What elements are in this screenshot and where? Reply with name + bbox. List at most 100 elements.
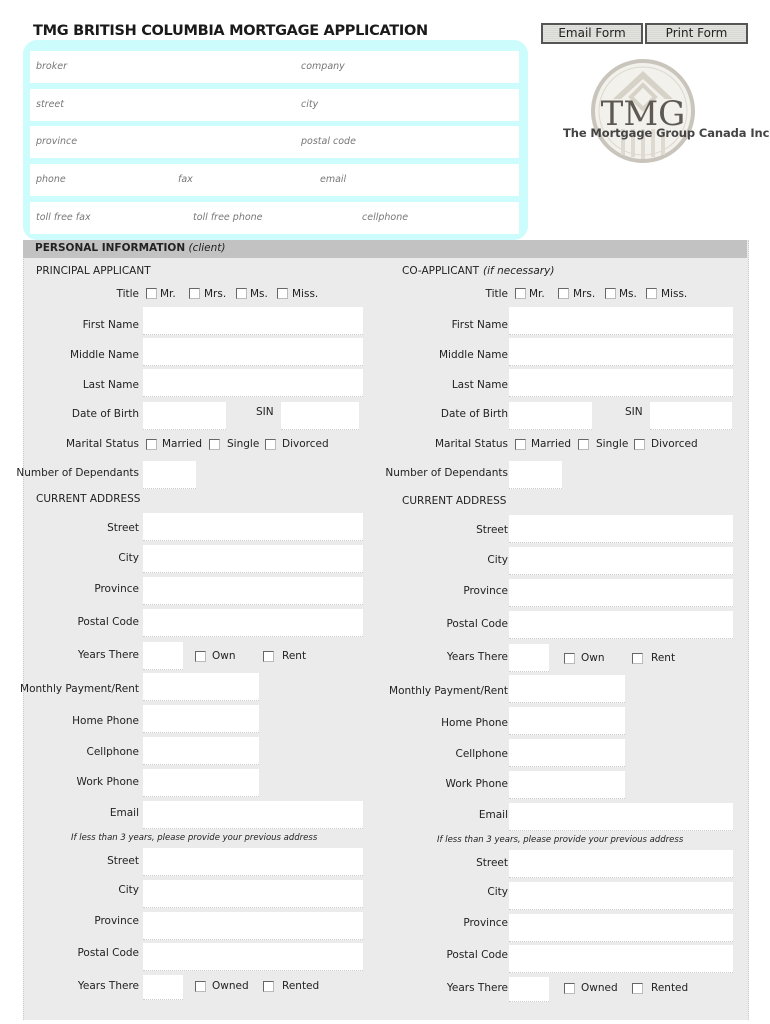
own-label: Own: [212, 650, 236, 662]
title-ms-label: Ms.: [619, 288, 637, 300]
date-of-birth-input[interactable]: [143, 402, 226, 430]
rented-label: Rented: [651, 982, 689, 994]
middle-name-input[interactable]: [143, 338, 363, 366]
cellphone-input[interactable]: [509, 739, 625, 767]
previous-city-input[interactable]: [509, 882, 733, 910]
previous-postal-code-input[interactable]: [509, 945, 733, 973]
marital-divorced-checkbox[interactable]: [634, 439, 645, 450]
owned-checkbox[interactable]: [564, 983, 575, 994]
broker-city-field[interactable]: city: [301, 99, 318, 110]
email-form-button[interactable]: Email Form: [541, 23, 643, 44]
current-address-label: CURRENT ADDRESS: [402, 495, 507, 507]
title-mrs-checkbox[interactable]: [558, 288, 569, 299]
marital-single-checkbox[interactable]: [209, 439, 220, 450]
cellphone-input[interactable]: [143, 737, 259, 765]
province-label: Province: [94, 583, 139, 595]
own-checkbox[interactable]: [564, 653, 575, 664]
province-input[interactable]: [143, 577, 363, 605]
date-of-birth-label: Date of Birth: [71, 408, 139, 420]
broker-toll-free-fax-field[interactable]: toll free fax: [36, 212, 91, 223]
title-miss-checkbox[interactable]: [646, 288, 657, 299]
own-label: Own: [581, 652, 605, 664]
work-phone-label: Work Phone: [76, 776, 139, 788]
work-phone-input[interactable]: [509, 771, 625, 799]
sin-label: SIN: [625, 406, 643, 418]
title-mrs-checkbox[interactable]: [189, 288, 200, 299]
street-input[interactable]: [509, 515, 733, 543]
previous-city-input[interactable]: [143, 880, 363, 908]
broker-fax-field[interactable]: fax: [178, 174, 193, 185]
street-input[interactable]: [143, 513, 363, 541]
title-mr-checkbox[interactable]: [146, 288, 157, 299]
previous-postal-code-label: Postal Code: [446, 949, 508, 961]
marital-married-checkbox[interactable]: [146, 439, 157, 450]
date-of-birth-label: Date of Birth: [440, 408, 508, 420]
email-label: Email: [109, 807, 139, 819]
city-input[interactable]: [509, 547, 733, 575]
province-input[interactable]: [509, 579, 733, 607]
monthly-payment-input[interactable]: [509, 675, 625, 703]
owned-checkbox[interactable]: [195, 981, 206, 992]
previous-years-there-input[interactable]: [509, 977, 549, 1002]
print-form-button[interactable]: Print Form: [645, 23, 748, 44]
previous-street-input[interactable]: [143, 848, 363, 876]
title-label: Title: [116, 288, 139, 300]
title-mr-checkbox[interactable]: [515, 288, 526, 299]
last-name-input[interactable]: [509, 369, 733, 397]
home-phone-input[interactable]: [143, 705, 259, 733]
broker-phone-field[interactable]: phone: [36, 174, 66, 185]
city-input[interactable]: [143, 545, 363, 573]
title-ms-checkbox[interactable]: [605, 288, 616, 299]
last-name-input[interactable]: [143, 369, 363, 397]
first-name-input[interactable]: [143, 307, 363, 335]
broker-field[interactable]: broker: [36, 61, 67, 72]
broker-row-3: province postal code: [30, 126, 519, 158]
marital-divorced-label: Divorced: [651, 438, 698, 450]
rent-checkbox[interactable]: [632, 653, 643, 664]
previous-postal-code-input[interactable]: [143, 943, 363, 971]
title-miss-checkbox[interactable]: [277, 288, 288, 299]
postal-code-input[interactable]: [509, 611, 733, 639]
marital-divorced-checkbox[interactable]: [265, 439, 276, 450]
own-checkbox[interactable]: [195, 651, 206, 662]
home-phone-input[interactable]: [509, 707, 625, 735]
last-name-label: Last Name: [451, 379, 508, 391]
postal-code-input[interactable]: [143, 609, 363, 637]
broker-street-field[interactable]: street: [36, 99, 64, 110]
first-name-input[interactable]: [509, 307, 733, 335]
number-of-dependants-input[interactable]: [143, 461, 196, 489]
rent-checkbox[interactable]: [263, 651, 274, 662]
marital-married-checkbox[interactable]: [515, 439, 526, 450]
city-label: City: [118, 552, 139, 564]
broker-row-5: toll free fax toll free phone cellphone: [30, 202, 519, 234]
monthly-payment-input[interactable]: [143, 673, 259, 701]
city-label: City: [487, 554, 508, 566]
marital-single-checkbox[interactable]: [578, 439, 589, 450]
email-input[interactable]: [509, 803, 733, 831]
work-phone-input[interactable]: [143, 769, 259, 797]
previous-province-label: Province: [94, 915, 139, 927]
sin-input[interactable]: [650, 402, 732, 430]
previous-province-input[interactable]: [143, 912, 363, 940]
broker-province-field[interactable]: province: [36, 136, 77, 147]
years-there-input[interactable]: [509, 644, 549, 672]
years-there-input[interactable]: [143, 642, 183, 670]
sin-input[interactable]: [281, 402, 359, 430]
date-of-birth-input[interactable]: [509, 402, 592, 430]
broker-row-1: broker company: [30, 51, 519, 83]
rented-checkbox[interactable]: [632, 983, 643, 994]
previous-province-input[interactable]: [509, 914, 733, 942]
previous-years-there-label: Years There: [446, 982, 508, 994]
previous-street-input[interactable]: [509, 850, 733, 878]
title-ms-checkbox[interactable]: [236, 288, 247, 299]
middle-name-input[interactable]: [509, 338, 733, 366]
broker-postal-code-field[interactable]: postal code: [301, 136, 356, 147]
email-input[interactable]: [143, 801, 363, 829]
number-of-dependants-input[interactable]: [509, 461, 562, 489]
previous-years-there-input[interactable]: [143, 975, 183, 1000]
broker-email-field[interactable]: email: [320, 174, 346, 185]
broker-cellphone-field[interactable]: cellphone: [362, 212, 408, 223]
broker-toll-free-phone-field[interactable]: toll free phone: [193, 212, 263, 223]
rented-checkbox[interactable]: [263, 981, 274, 992]
company-field[interactable]: company: [301, 61, 345, 72]
